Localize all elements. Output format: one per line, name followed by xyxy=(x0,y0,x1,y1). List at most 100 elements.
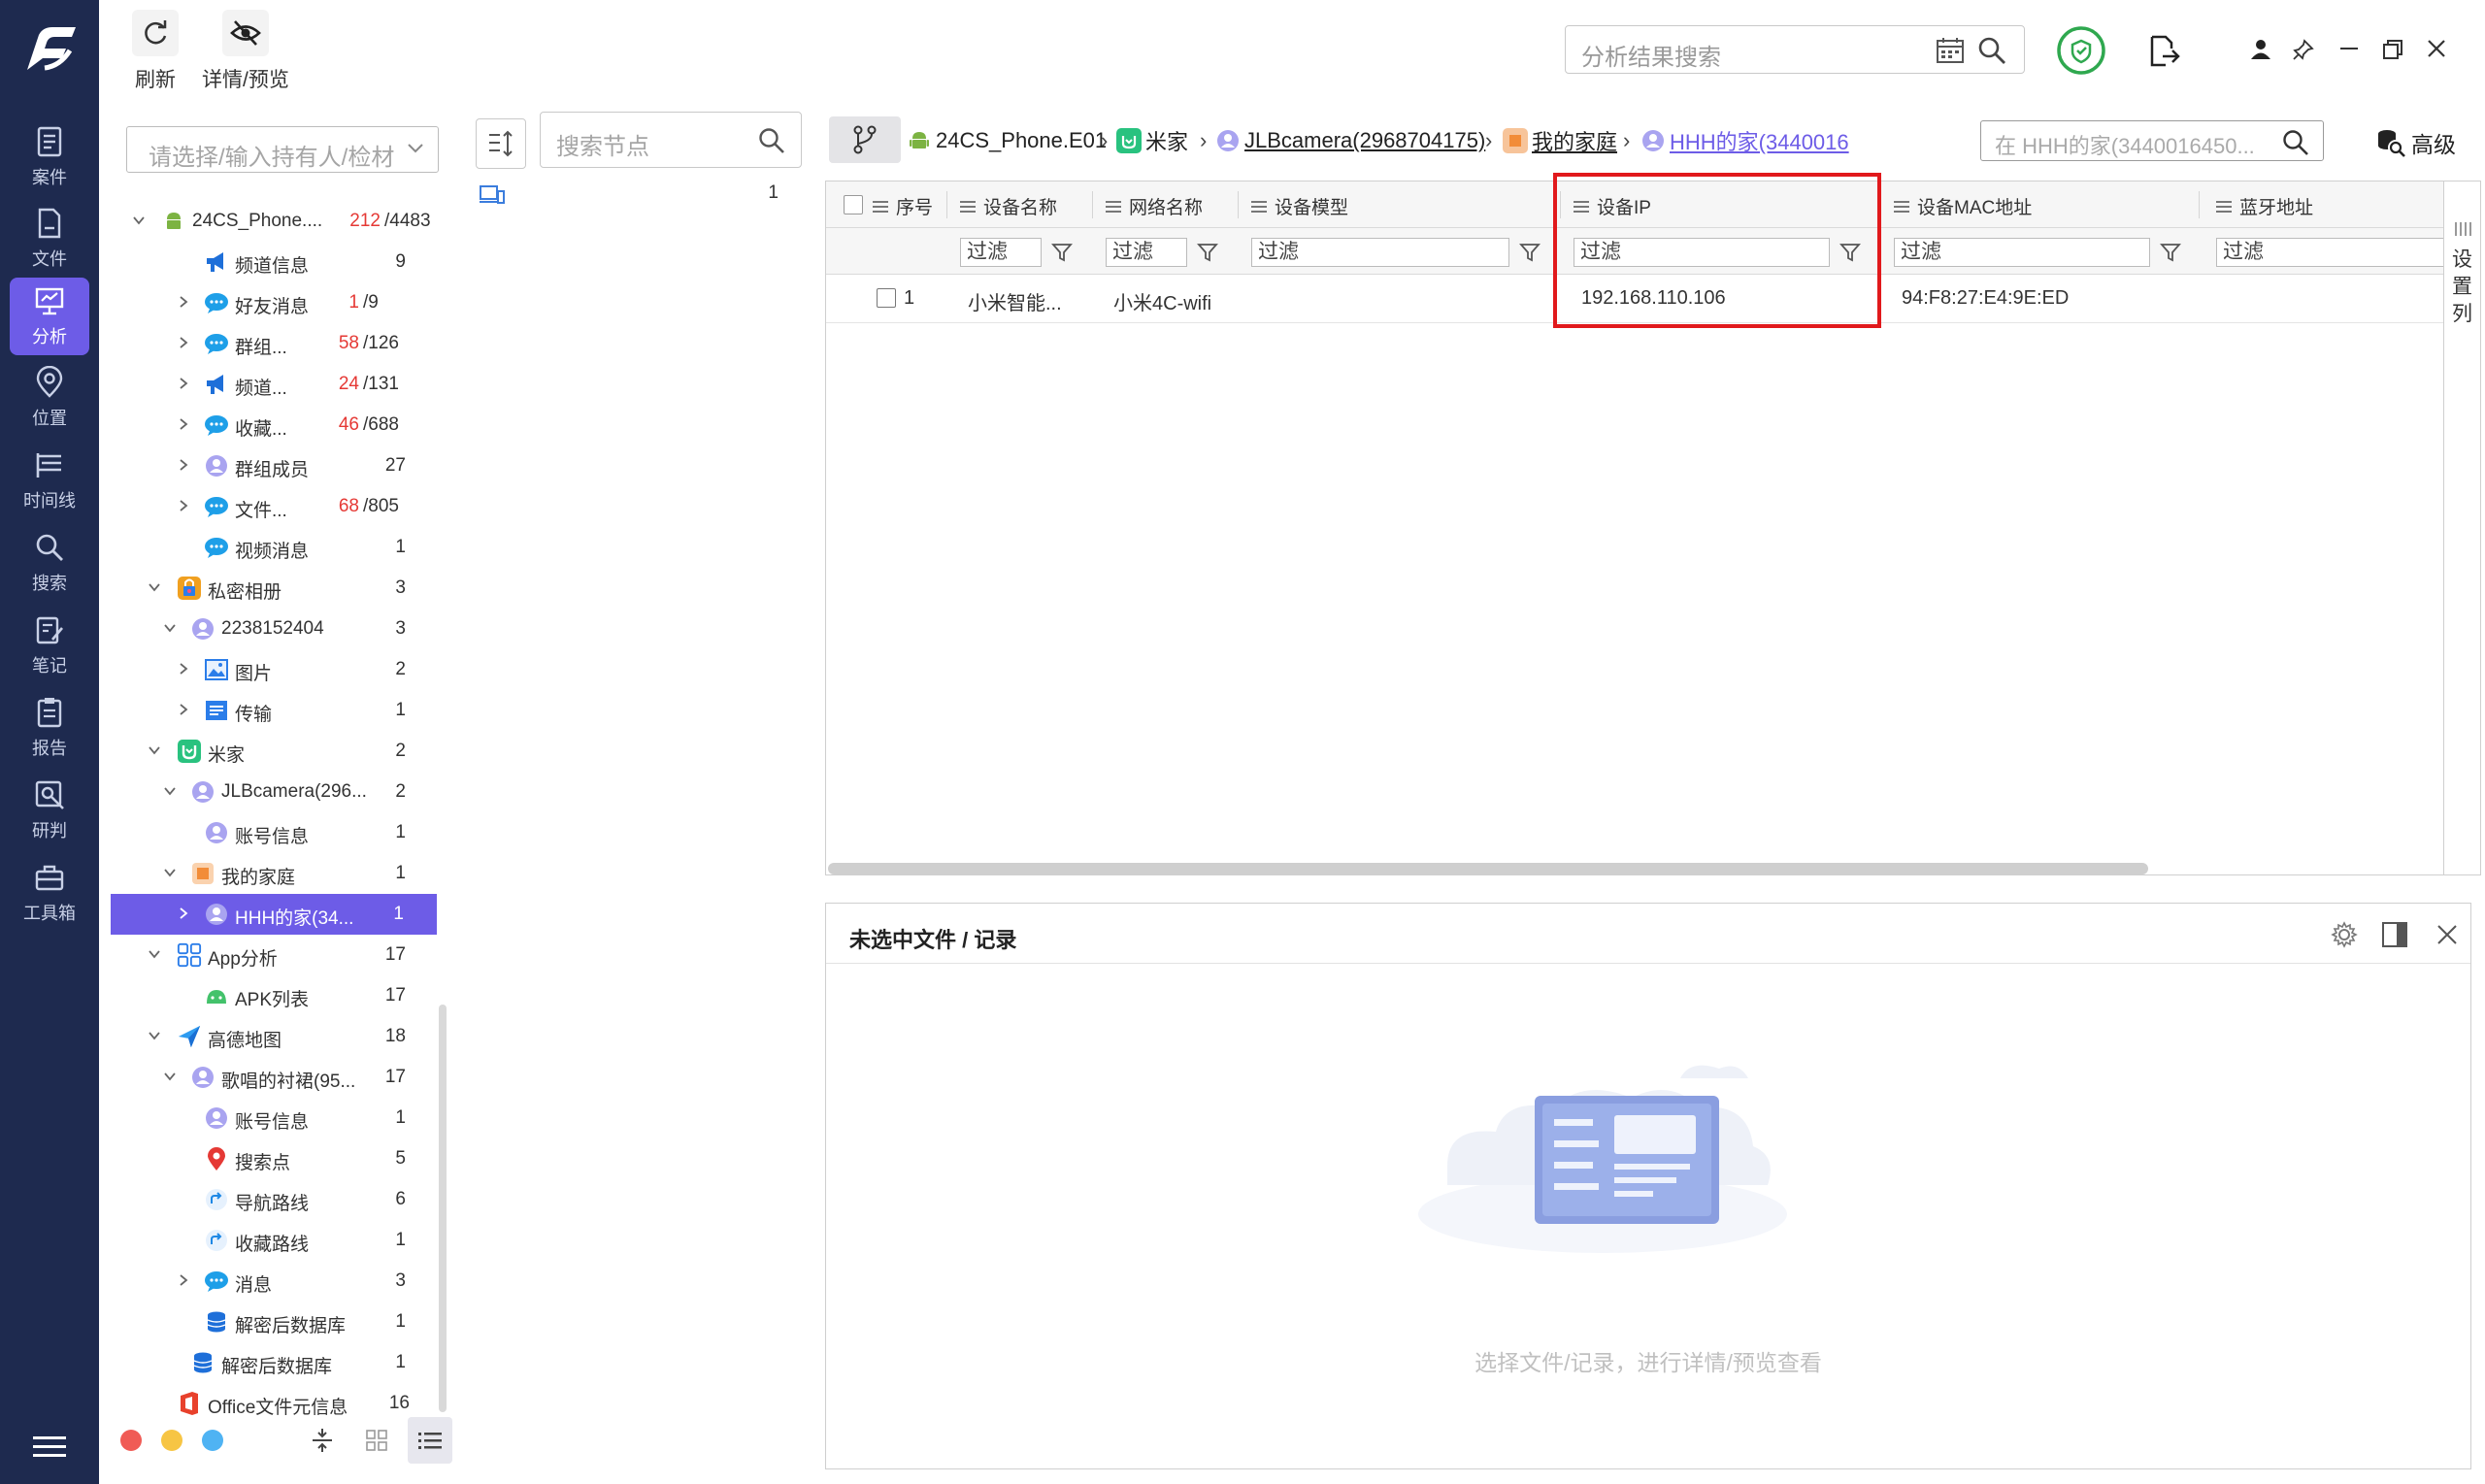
nav-item-note[interactable]: 笔记 xyxy=(10,607,89,684)
nav-item-report[interactable]: 报告 xyxy=(10,689,89,767)
chevron-down-icon[interactable] xyxy=(148,743,161,757)
chevron-right-icon[interactable] xyxy=(177,1273,190,1287)
tree-item[interactable]: 高德地图 18 xyxy=(111,1016,439,1057)
tree-item[interactable]: 频道... 24/131 xyxy=(111,364,439,405)
nav-item-document[interactable]: 案件 xyxy=(10,118,89,196)
sort-button[interactable] xyxy=(476,118,526,169)
breadcrumb-mijia[interactable]: 米家 xyxy=(1116,124,1188,157)
column-divider[interactable] xyxy=(1092,191,1093,218)
split-view-icon[interactable] xyxy=(2381,921,2408,948)
filter-input-bluetooth[interactable]: 过滤 xyxy=(2216,238,2443,267)
nav-item-monitor[interactable]: 分析 xyxy=(10,278,89,355)
nav-item-analyze[interactable]: 研判 xyxy=(10,772,89,849)
filter-input-model[interactable]: 过滤 xyxy=(1251,238,1509,267)
chevron-down-icon[interactable] xyxy=(163,866,177,879)
filter-input-device-name[interactable]: 过滤 xyxy=(960,238,1042,267)
tree-item[interactable]: 账号信息 1 xyxy=(111,1098,439,1138)
select-all-checkbox[interactable] xyxy=(844,195,863,214)
tree-item[interactable]: 群组... 58/126 xyxy=(111,323,439,364)
tree-item[interactable]: 收藏路线 1 xyxy=(111,1220,439,1261)
detail-preview-button[interactable]: 详情/预览 xyxy=(202,10,289,97)
tree-item[interactable]: 2238152404 3 xyxy=(111,609,439,649)
tree-item[interactable]: 我的家庭 1 xyxy=(111,853,439,894)
chevron-down-icon[interactable] xyxy=(148,947,161,961)
chevron-down-icon[interactable] xyxy=(148,1029,161,1042)
tree-item[interactable]: Office文件元信息 16 xyxy=(111,1383,439,1424)
tree-item[interactable]: 解密后数据库 1 xyxy=(111,1302,439,1342)
column-divider[interactable] xyxy=(1238,191,1239,218)
list-view-icon[interactable] xyxy=(408,1417,452,1464)
minimize-icon[interactable] xyxy=(2339,39,2359,58)
grid-horizontal-scrollbar[interactable] xyxy=(828,863,2148,874)
tree-item[interactable]: 频道信息 9 xyxy=(111,242,439,282)
pin-icon[interactable] xyxy=(2293,39,2314,60)
filter-icon[interactable] xyxy=(1197,242,1218,263)
breadcrumb-home[interactable]: HHH的家(3440016 xyxy=(1640,124,1849,157)
column-divider[interactable] xyxy=(2199,191,2200,218)
chevron-right-icon[interactable] xyxy=(177,377,190,390)
blue-dot-icon[interactable] xyxy=(202,1430,223,1451)
node-search-input[interactable]: 搜索节点 xyxy=(540,112,802,168)
chevron-right-icon[interactable] xyxy=(177,907,190,920)
tree-item[interactable]: App分析 17 xyxy=(111,935,439,975)
column-header-bluetooth[interactable]: 蓝牙地址 xyxy=(2216,193,2313,219)
search-icon[interactable] xyxy=(758,127,785,154)
search-icon[interactable] xyxy=(2282,129,2309,156)
nav-item-toolbox[interactable]: 工具箱 xyxy=(10,854,89,932)
security-shield-icon[interactable] xyxy=(2056,25,2106,76)
tree-item[interactable]: HHH的家(34... 1 xyxy=(111,894,437,935)
row-checkbox[interactable] xyxy=(877,288,896,308)
chevron-right-icon[interactable] xyxy=(177,417,190,431)
chevron-right-icon[interactable] xyxy=(177,295,190,309)
tree-item[interactable]: 消息 3 xyxy=(111,1261,439,1302)
tree-item[interactable]: 账号信息 1 xyxy=(111,812,439,853)
filter-input-mac[interactable]: 过滤 xyxy=(1894,238,2150,267)
search-icon[interactable] xyxy=(1977,36,2006,65)
node-list-item[interactable]: 1 xyxy=(476,181,786,210)
filter-icon[interactable] xyxy=(1519,242,1541,263)
close-window-icon[interactable] xyxy=(2427,39,2446,58)
tree-item[interactable]: 搜索点 5 xyxy=(111,1138,439,1179)
chevron-right-icon[interactable] xyxy=(177,336,190,349)
column-header-network[interactable]: 网络名称 xyxy=(1106,193,1203,219)
tree-item[interactable]: 视频消息 1 xyxy=(111,527,439,568)
tree-item[interactable]: 歌唱的衬裙(95... 17 xyxy=(111,1057,439,1098)
nav-item-timeline[interactable]: 时间线 xyxy=(10,442,89,519)
tree-item[interactable]: 图片 2 xyxy=(111,649,439,690)
global-search-input[interactable]: 分析结果搜索 xyxy=(1565,25,2025,74)
column-header-index[interactable]: 序号 xyxy=(873,193,933,219)
tree-item[interactable]: 解密后数据库 1 xyxy=(111,1342,439,1383)
chevron-right-icon[interactable] xyxy=(177,458,190,472)
filter-input-network[interactable]: 过滤 xyxy=(1106,238,1187,267)
column-divider[interactable] xyxy=(946,191,947,218)
column-header-mac[interactable]: 设备MAC地址 xyxy=(1894,193,2032,219)
user-icon[interactable] xyxy=(2250,39,2271,60)
tree-item[interactable]: 群组成员 27 xyxy=(111,445,439,486)
chevron-right-icon[interactable] xyxy=(177,499,190,512)
tree-item[interactable]: JLBcamera(296... 2 xyxy=(111,772,439,812)
breadcrumb-account[interactable]: JLBcamera(2968704175) xyxy=(1215,124,1485,157)
chevron-down-icon[interactable] xyxy=(148,580,161,594)
column-settings-tab[interactable]: 设 置 列 xyxy=(2444,181,2481,875)
chevron-down-icon[interactable] xyxy=(163,1070,177,1083)
tree-item[interactable]: 好友消息 1/9 xyxy=(111,282,439,323)
column-header-device-name[interactable]: 设备名称 xyxy=(960,193,1057,219)
breadcrumb-family[interactable]: 我的家庭 xyxy=(1503,124,1617,157)
filter-icon[interactable] xyxy=(1051,242,1073,263)
restore-icon[interactable] xyxy=(2382,39,2403,60)
tree-item[interactable]: 私密相册 3 xyxy=(111,568,439,609)
chevron-right-icon[interactable] xyxy=(177,662,190,676)
tree-scrollbar[interactable] xyxy=(439,1005,447,1412)
collapse-all-icon[interactable] xyxy=(305,1423,340,1458)
chevron-down-icon[interactable] xyxy=(132,214,146,227)
nav-item-file[interactable]: 文件 xyxy=(10,200,89,278)
branch-button[interactable] xyxy=(829,116,901,163)
red-dot-icon[interactable] xyxy=(120,1430,142,1451)
filter-icon[interactable] xyxy=(2160,242,2181,263)
tree-item[interactable]: 导航路线 6 xyxy=(111,1179,439,1220)
advanced-search-button[interactable]: 高级 xyxy=(2376,126,2456,159)
tree-item[interactable]: 传输 1 xyxy=(111,690,439,731)
tree-item[interactable]: 收藏... 46/688 xyxy=(111,405,439,445)
chevron-right-icon[interactable] xyxy=(177,703,190,716)
gear-icon[interactable] xyxy=(2331,921,2358,948)
